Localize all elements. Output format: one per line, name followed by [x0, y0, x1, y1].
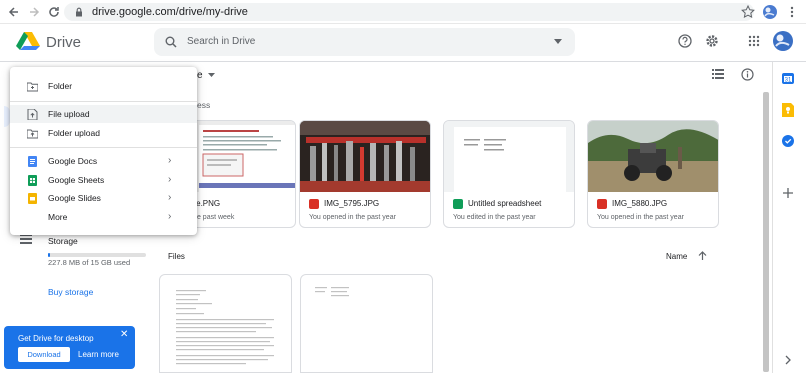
chevron-right-icon: › [168, 155, 172, 166]
sort-arrow-up-icon[interactable] [698, 251, 707, 261]
profile-avatar[interactable] [762, 4, 778, 20]
new-folder-icon [27, 81, 38, 92]
settings-gear-icon[interactable] [705, 34, 719, 48]
menu-label: More [48, 212, 68, 222]
storage-bar [48, 253, 146, 257]
file-thumbnail [315, 287, 349, 297]
card-title: IMG_5795.JPG [324, 199, 380, 208]
close-icon[interactable]: ✕ [120, 329, 128, 340]
url-text: drive.google.com/drive/my-drive [92, 6, 248, 18]
side-panel: 31 [772, 62, 806, 373]
card-subtitle: You opened in the past year [309, 214, 396, 221]
sort-by-name-button[interactable]: Name [666, 252, 687, 261]
forward-arrow-icon[interactable] [26, 4, 42, 20]
drive-logo-icon[interactable] [16, 31, 40, 51]
menu-item-google-sheets[interactable]: Google Sheets › [10, 171, 197, 189]
search-icon[interactable] [165, 36, 177, 48]
search-bar[interactable]: Search in Drive [154, 28, 575, 56]
card-subtitle: You opened in the past year [597, 214, 684, 221]
account-avatar[interactable] [772, 30, 794, 52]
learn-more-link[interactable]: Learn more [78, 350, 119, 359]
menu-label: Google Slides [48, 193, 101, 203]
drive-title[interactable]: Drive [46, 34, 81, 51]
menu-item-google-slides[interactable]: Google Slides › [10, 189, 197, 207]
header-divider [0, 61, 806, 62]
sheets-file-icon [453, 199, 463, 209]
chevron-right-icon: › [168, 211, 172, 222]
list-view-icon[interactable] [712, 69, 724, 79]
card-title: IMG_5880.JPG [612, 199, 668, 208]
bookmark-star-icon[interactable] [740, 4, 756, 20]
breadcrumb-dropdown-icon[interactable] [208, 73, 215, 78]
file-card-document[interactable] [159, 274, 292, 373]
image-file-icon [597, 199, 607, 209]
add-addon-icon[interactable] [782, 187, 794, 199]
files-heading: Files [168, 252, 185, 261]
suggested-card-img-5795[interactable]: IMG_5795.JPG You opened in the past year [299, 120, 431, 228]
menu-item-file-upload[interactable]: File upload [10, 105, 197, 123]
chevron-right-icon: › [168, 174, 172, 185]
apps-grid-icon[interactable] [748, 35, 760, 47]
reload-icon[interactable] [46, 4, 62, 20]
keep-icon[interactable] [782, 103, 794, 117]
file-card-spreadsheet[interactable] [300, 274, 433, 373]
browser-toolbar: drive.google.com/drive/my-drive [0, 0, 806, 24]
storage-label[interactable]: Storage [48, 236, 78, 246]
browser-menu-icon[interactable] [784, 4, 800, 20]
banner-title: Get Drive for desktop [18, 334, 94, 343]
svg-text:31: 31 [785, 78, 792, 84]
google-docs-icon [27, 156, 38, 167]
menu-item-folder-upload[interactable]: Folder upload [10, 124, 197, 142]
scrollbar-thumb[interactable] [763, 92, 769, 372]
breadcrumb-my-drive[interactable]: e [197, 70, 203, 81]
file-thumbnail [168, 285, 283, 372]
storage-used-text: 227.8 MB of 15 GB used [48, 258, 131, 267]
folder-upload-icon [27, 128, 38, 139]
address-bar[interactable]: drive.google.com/drive/my-drive [64, 3, 754, 21]
calendar-icon[interactable]: 31 [782, 72, 794, 84]
card-thumbnail [444, 121, 574, 192]
google-slides-icon [27, 193, 38, 204]
suggested-card-img-5880[interactable]: IMG_5880.JPG You opened in the past year [587, 120, 719, 228]
menu-divider [10, 147, 197, 148]
info-icon[interactable] [741, 68, 754, 81]
menu-label: Google Docs [48, 156, 98, 166]
scrollbar[interactable] [762, 62, 771, 373]
help-icon[interactable] [678, 34, 692, 48]
image-file-icon [309, 199, 319, 209]
menu-item-folder[interactable]: Folder [10, 77, 197, 95]
card-thumbnail [588, 121, 718, 192]
storage-icon [20, 234, 32, 244]
buy-storage-link[interactable]: Buy storage [48, 287, 93, 297]
download-button[interactable]: Download [18, 347, 70, 362]
chevron-right-icon: › [168, 192, 172, 203]
file-upload-icon [27, 109, 38, 120]
tasks-icon[interactable] [782, 135, 794, 147]
menu-divider [10, 101, 197, 102]
desktop-promo-banner: Get Drive for desktop Download Learn mor… [4, 326, 135, 369]
new-item-menu: Folder File upload Folder upload Google … [10, 67, 197, 235]
card-title: Untitled spreadsheet [468, 199, 542, 208]
menu-item-google-docs[interactable]: Google Docs › [10, 152, 197, 170]
menu-label: Folder [48, 81, 73, 91]
back-arrow-icon[interactable] [6, 4, 22, 20]
search-options-icon[interactable] [554, 39, 562, 45]
search-input[interactable]: Search in Drive [187, 36, 255, 47]
menu-label: Folder upload [48, 128, 100, 138]
storage-bar-fill [48, 253, 50, 257]
card-thumbnail [300, 121, 430, 192]
menu-label: File upload [48, 109, 90, 119]
card-subtitle: You edited in the past year [453, 214, 536, 221]
suggested-card-spreadsheet[interactable]: Untitled spreadsheet You edited in the p… [443, 120, 575, 228]
expand-panel-icon[interactable] [783, 355, 793, 365]
google-sheets-icon [27, 175, 38, 186]
menu-item-more[interactable]: More › [10, 208, 197, 226]
menu-label: Google Sheets [48, 175, 105, 185]
lock-icon [74, 7, 84, 17]
suggested-heading: ess [197, 100, 211, 110]
